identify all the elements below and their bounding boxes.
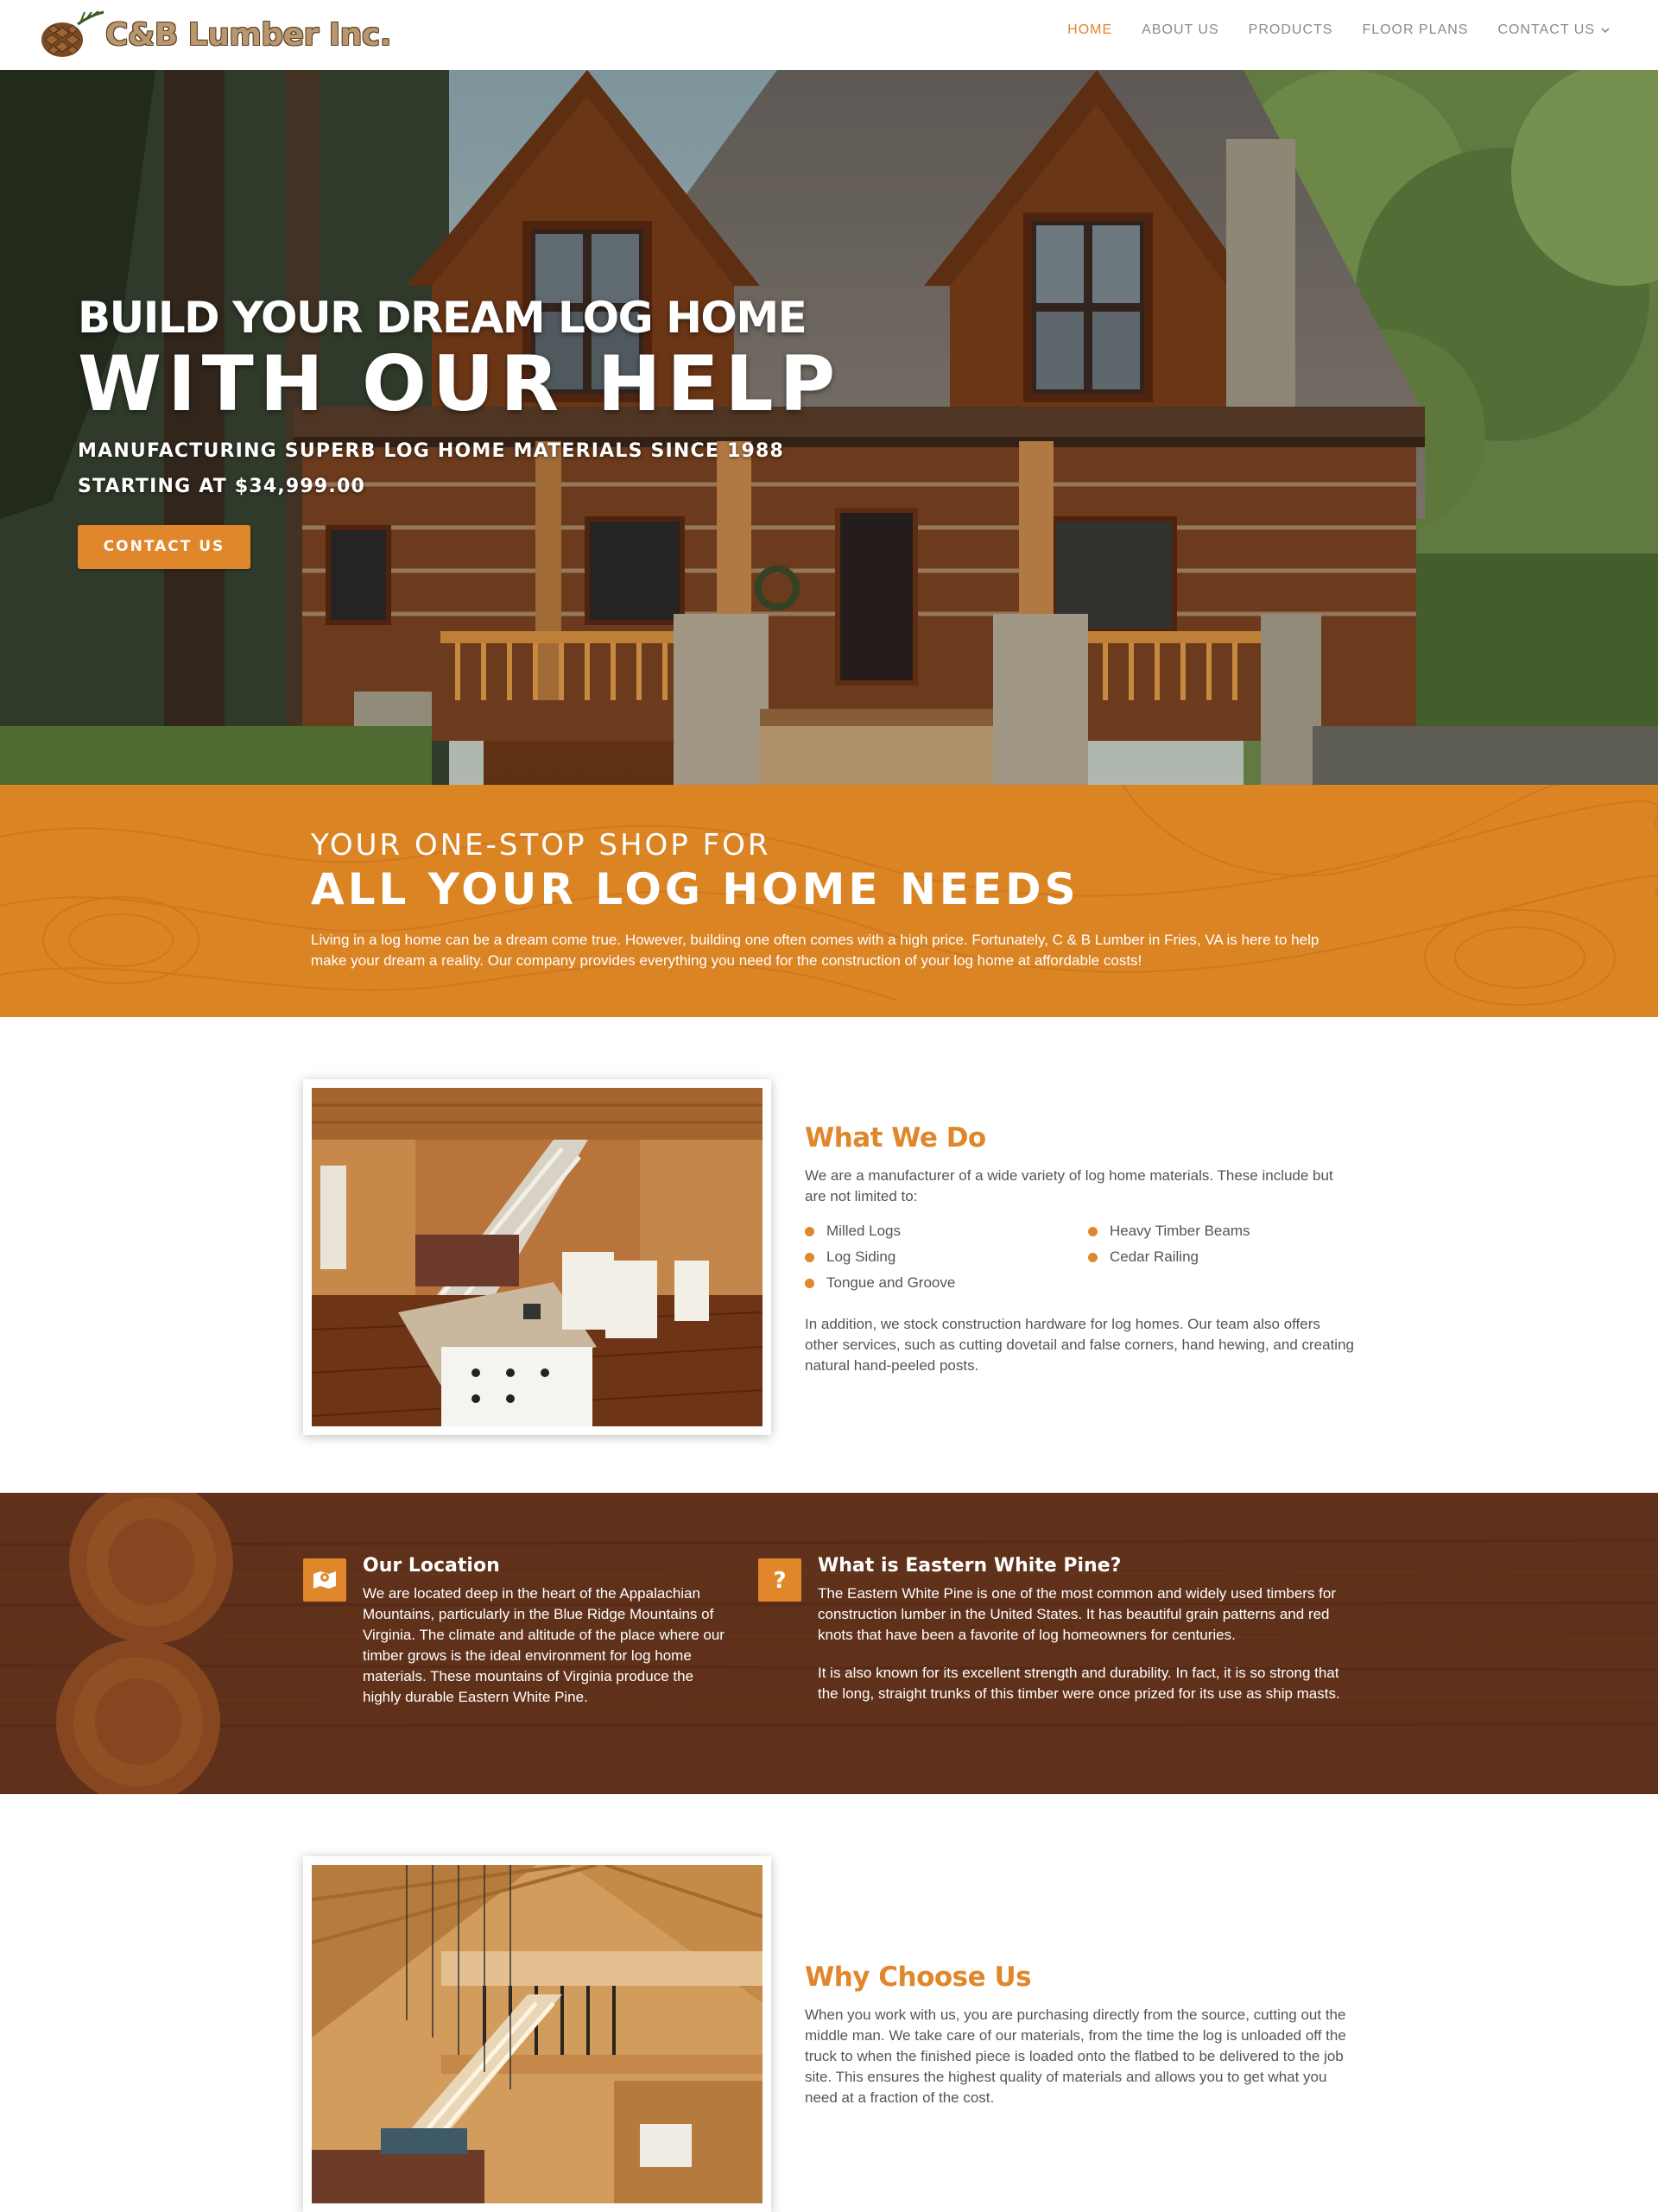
nav-floor-plans[interactable]: FLOOR PLANS — [1362, 22, 1468, 38]
location-block: Our Location We are located deep in the … — [363, 1555, 725, 1708]
pine-text-1: The Eastern White Pine is one of the mos… — [818, 1585, 1336, 1643]
list-item: Milled Logs — [805, 1223, 1088, 1240]
hero-text-block: BUILD YOUR DREAM LOG HOME WITH OUR HELP … — [78, 293, 841, 569]
nav-contact-us-label: CONTACT US — [1497, 22, 1595, 37]
nav-about-us[interactable]: ABOUT US — [1142, 22, 1219, 38]
loft-photo-card — [303, 1856, 771, 2212]
what-we-do-section: What We Do We are a manufacturer of a wi… — [805, 1122, 1357, 1376]
why-choose-us-section: Why Choose Us When you work with us, you… — [805, 1962, 1357, 2108]
site-header: C&B Lumber Inc. HOME ABOUT US PRODUCTS F… — [0, 0, 1658, 70]
hero-section: BUILD YOUR DREAM LOG HOME WITH OUR HELP … — [0, 70, 1658, 785]
what-we-do-title: What We Do — [805, 1122, 986, 1153]
bullet-dot-icon — [805, 1226, 814, 1236]
svg-text:?: ? — [773, 1568, 786, 1593]
materials-list: Milled Logs Heavy Timber Beams Log Sidin… — [805, 1223, 1357, 1292]
location-text: We are located deep in the heart of the … — [363, 1585, 725, 1705]
why-choose-us-title: Why Choose Us — [805, 1962, 1032, 1993]
kitchen-interior-image — [312, 1088, 763, 1426]
nav-home[interactable]: HOME — [1067, 22, 1112, 38]
list-item: Cedar Railing — [1088, 1248, 1347, 1266]
loft-interior-image — [312, 1865, 763, 2203]
list-item: Tongue and Groove — [805, 1274, 1088, 1292]
hero-price: STARTING AT $34,999.00 — [78, 476, 366, 497]
bullet-dot-icon — [805, 1278, 814, 1288]
pine-text-2: It is also known for its excellent stren… — [818, 1665, 1340, 1702]
hero-subtitle: MANUFACTURING SUPERB LOG HOME MATERIALS … — [78, 440, 785, 462]
location-title: Our Location — [363, 1555, 500, 1577]
pinecone-icon — [41, 10, 104, 57]
list-item: Heavy Timber Beams — [1088, 1223, 1347, 1240]
hero-headline-line2: WITH OUR HELP — [78, 339, 842, 428]
kitchen-photo-card — [303, 1079, 771, 1435]
intro-band: YOUR ONE-STOP SHOP FOR ALL YOUR LOG HOME… — [0, 785, 1658, 1017]
bullet-dot-icon — [805, 1252, 814, 1262]
list-item: Log Siding — [805, 1248, 1088, 1266]
intro-content: YOUR ONE-STOP SHOP FOR ALL YOUR LOG HOME… — [311, 828, 1364, 971]
question-icon: ? — [758, 1558, 801, 1602]
pine-block: What is Eastern White Pine? The Eastern … — [818, 1555, 1362, 1704]
logo-text: C&B Lumber Inc. — [105, 16, 391, 53]
chevron-down-icon — [1601, 28, 1610, 34]
info-band: Our Location We are located deep in the … — [0, 1493, 1658, 1794]
nav-products[interactable]: PRODUCTS — [1249, 22, 1333, 38]
intro-paragraph: Living in a log home can be a dream come… — [311, 932, 1319, 969]
what-we-do-intro: We are a manufacturer of a wide variety … — [805, 1167, 1333, 1204]
pine-title: What is Eastern White Pine? — [818, 1555, 1122, 1577]
nav-contact-us[interactable]: CONTACT US — [1497, 22, 1611, 38]
bullet-dot-icon — [1088, 1226, 1098, 1236]
logo[interactable]: C&B Lumber Inc. — [36, 5, 391, 64]
intro-heading-line2: ALL YOUR LOG HOME NEEDS — [311, 864, 1079, 914]
hero-contact-button[interactable]: CONTACT US — [78, 525, 250, 569]
why-choose-us-text: When you work with us, you are purchasin… — [805, 2007, 1346, 2106]
intro-heading-line1: YOUR ONE-STOP SHOP FOR — [311, 828, 771, 863]
map-icon — [303, 1558, 346, 1602]
hero-headline-line1: BUILD YOUR DREAM LOG HOME — [78, 293, 807, 343]
what-we-do-extra: In addition, we stock construction hardw… — [805, 1316, 1354, 1374]
main-nav: HOME ABOUT US PRODUCTS FLOOR PLANS CONTA… — [1067, 22, 1611, 38]
bullet-dot-icon — [1088, 1252, 1098, 1262]
